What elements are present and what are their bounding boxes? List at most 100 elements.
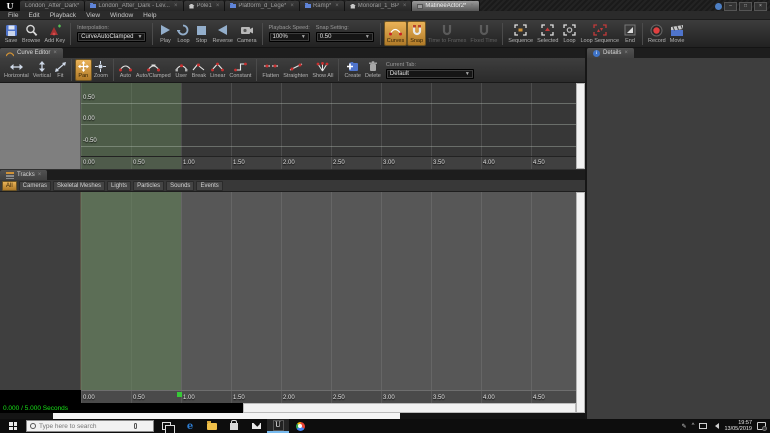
break-button[interactable]: Break	[190, 60, 208, 80]
search-input[interactable]	[39, 422, 131, 430]
edge-taskbar-icon[interactable]: e	[179, 419, 201, 433]
tracks-timeline[interactable]	[81, 192, 576, 390]
action-center-icon[interactable]	[757, 422, 767, 431]
vertical-button[interactable]: Vertical	[31, 60, 53, 80]
tab-close-icon[interactable]: ×	[174, 3, 178, 9]
feedback-icon[interactable]	[715, 3, 722, 10]
tracks-horizontal-scrollbar[interactable]	[243, 403, 576, 413]
panel-close-icon[interactable]: ×	[38, 172, 42, 178]
reverse-button[interactable]: Reverse	[210, 22, 234, 45]
playback-speed-select[interactable]: 100% ▼	[268, 32, 310, 42]
time-to-frames-button[interactable]: Time to Frames	[426, 22, 468, 45]
snap-toggle-button[interactable]: Snap	[407, 21, 427, 46]
close-button[interactable]: ×	[754, 2, 767, 11]
zoom-button[interactable]: Zoom	[92, 60, 110, 80]
chrome-taskbar-icon[interactable]	[289, 419, 311, 433]
volume-icon[interactable]	[712, 423, 720, 429]
curve-editor-tab[interactable]: Curve Editor ×	[0, 48, 63, 58]
curve-vertical-scrollbar[interactable]	[576, 83, 585, 169]
auto-button[interactable]: Auto	[117, 60, 134, 80]
menu-item[interactable]: Help	[139, 12, 160, 19]
loop-button[interactable]: Loop	[174, 22, 192, 45]
tab-close-icon[interactable]: ×	[470, 3, 474, 9]
constant-button[interactable]: Constant	[227, 60, 253, 80]
filter-tab-skeletal-meshes[interactable]: Skeletal Meshes	[53, 180, 106, 191]
window-tab-level[interactable]: London_After_Dark - Lev... ×	[85, 1, 184, 11]
play-button[interactable]: Play	[156, 22, 174, 45]
add-key-button[interactable]: Add Key	[42, 22, 67, 45]
details-tab[interactable]: i Details ×	[587, 48, 634, 58]
tracks-vertical-scrollbar[interactable]	[576, 192, 585, 413]
window-tab-project[interactable]: London_After_Dark*	[20, 1, 86, 11]
snap-setting-group: Snap Setting: 0.50 ▼	[313, 25, 377, 42]
current-tab-select[interactable]: Default ▼	[385, 68, 474, 79]
linear-button[interactable]: Linear	[208, 60, 227, 80]
user-button[interactable]: User	[173, 60, 190, 80]
fit-button[interactable]: Fit	[53, 60, 68, 80]
panel-close-icon[interactable]: ×	[624, 50, 628, 56]
menu-item[interactable]: Playback	[46, 12, 80, 19]
tab-close-icon[interactable]: ×	[335, 3, 339, 9]
window-tab-monorail[interactable]: Monorail_1_BP ×	[344, 1, 413, 11]
filter-tab-particles[interactable]: Particles	[133, 180, 165, 191]
tab-close-icon[interactable]: ×	[403, 3, 407, 9]
end-button[interactable]: End	[621, 22, 639, 45]
filter-tab-all[interactable]: All	[2, 180, 17, 191]
snap-setting-select[interactable]: 0.50 ▼	[315, 32, 374, 42]
hidden-icons-chevron[interactable]: ^	[692, 423, 695, 429]
camera-button[interactable]: Camera	[235, 22, 259, 45]
minimize-button[interactable]: –	[724, 2, 737, 11]
browse-button[interactable]: Browse	[20, 22, 42, 45]
tracks-tab[interactable]: Tracks ×	[0, 170, 48, 180]
start-button[interactable]	[9, 422, 17, 430]
window-tab-matinee-active[interactable]: MatineeActor2* ×	[412, 1, 480, 11]
task-view-button[interactable]	[162, 422, 175, 433]
group-list[interactable]	[0, 192, 81, 390]
timeline-ruler[interactable]: 0.00 0.50 1.00 1.50 2.00 2.50 3.00 3.50 4.00 4.50	[81, 390, 576, 403]
menu-item[interactable]: Window	[106, 12, 137, 19]
window-tab-pole1[interactable]: Pole1 ×	[183, 1, 226, 11]
create-tab-button[interactable]: Create	[342, 60, 363, 80]
taskbar-clock[interactable]: 19:57 13/05/2019	[724, 420, 752, 433]
movie-button[interactable]: Movie	[668, 22, 687, 45]
taskbar-search[interactable]	[26, 420, 154, 432]
stop-button[interactable]: Stop	[192, 22, 210, 45]
maximize-button[interactable]: □	[739, 2, 752, 11]
tab-close-icon[interactable]: ×	[216, 3, 220, 9]
mail-taskbar-icon[interactable]	[245, 419, 267, 433]
sequence-button[interactable]: Sequence	[506, 22, 535, 45]
pan-button[interactable]: Pan	[74, 59, 92, 81]
panel-close-icon[interactable]: ×	[53, 50, 57, 56]
horizontal-button[interactable]: Horizontal	[2, 60, 31, 80]
menu-item[interactable]: View	[82, 12, 104, 19]
window-tab-ramp[interactable]: Ramp* ×	[299, 1, 345, 11]
network-icon[interactable]	[699, 423, 708, 429]
menu-item[interactable]: File	[4, 12, 22, 19]
window-tab-platform[interactable]: Platform_d_Lege* ×	[225, 1, 300, 11]
delete-tab-button[interactable]: Delete	[363, 60, 383, 80]
loop-sequence-button[interactable]: Loop Sequence	[578, 22, 621, 45]
interpolation-select[interactable]: CurveAutoClamped ▼	[77, 32, 147, 42]
store-taskbar-icon[interactable]	[223, 419, 245, 433]
save-button[interactable]: Save	[2, 22, 20, 45]
curve-track-list[interactable]	[0, 83, 81, 169]
filter-tab-lights[interactable]: Lights	[107, 180, 132, 191]
loop-section-button[interactable]: Loop	[560, 22, 578, 45]
curve-grid[interactable]: 0.50 0.00 -0.50	[81, 83, 576, 156]
flatten-button[interactable]: Flatten	[260, 60, 281, 80]
auto-clamped-button[interactable]: Auto/Clamped	[134, 60, 173, 80]
unreal-taskbar-icon[interactable]: U	[267, 419, 289, 433]
filter-tab-cameras[interactable]: Cameras	[18, 180, 52, 191]
straighten-button[interactable]: Straighten	[281, 60, 310, 80]
curves-toggle-button[interactable]: Curves	[383, 21, 408, 46]
menu-item[interactable]: Edit	[24, 12, 43, 19]
pen-tray-icon[interactable]: ✎	[682, 423, 687, 430]
record-button[interactable]: Record	[646, 22, 668, 45]
file-explorer-taskbar-icon[interactable]	[201, 419, 223, 433]
tab-close-icon[interactable]: ×	[290, 3, 294, 9]
selected-button[interactable]: Selected	[535, 22, 560, 45]
show-all-button[interactable]: Show All	[310, 60, 335, 80]
filter-tab-sounds[interactable]: Sounds	[166, 180, 195, 191]
filter-tab-events[interactable]: Events	[196, 180, 223, 191]
fixed-time-button[interactable]: Fixed Time	[468, 22, 499, 45]
